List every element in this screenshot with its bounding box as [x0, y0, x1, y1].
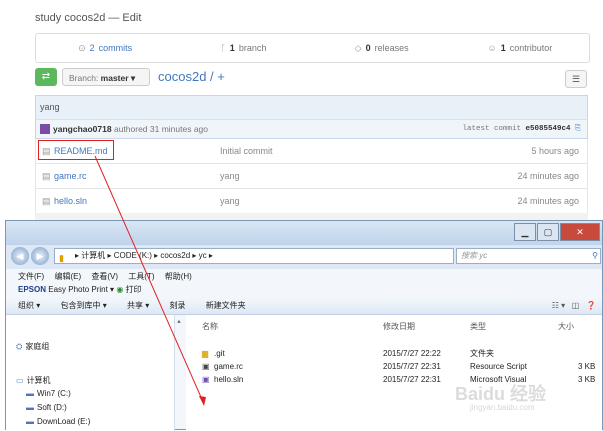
arrow-line [94, 155, 205, 405]
annotation-arrow [94, 155, 206, 406]
watermark-url: jingyan.baidu.com [470, 403, 535, 412]
arrow-head [199, 396, 206, 406]
